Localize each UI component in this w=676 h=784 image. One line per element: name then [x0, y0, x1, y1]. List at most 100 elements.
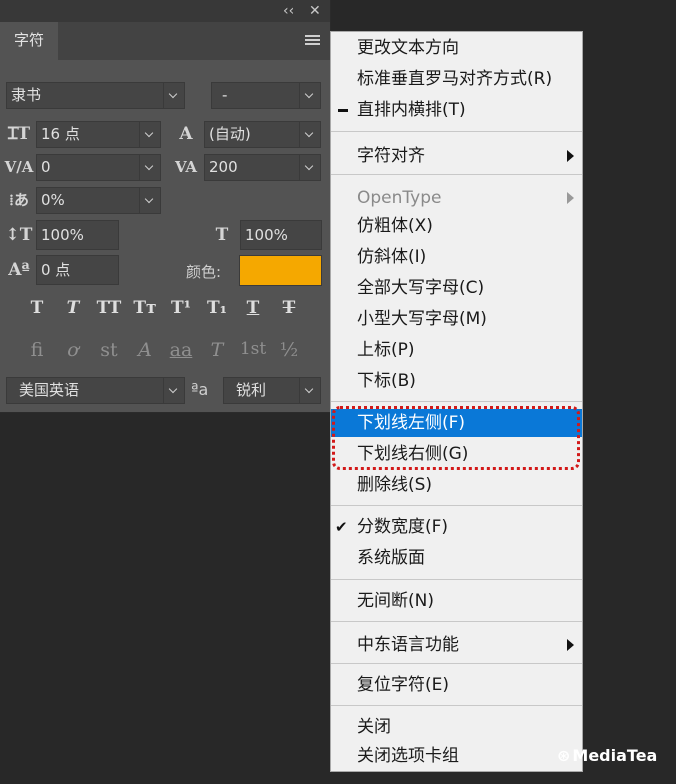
- panel-title-strip: ‹‹ ✕: [0, 0, 330, 23]
- check-icon: ✔: [335, 518, 348, 536]
- menu-separator: [331, 505, 582, 506]
- language-value: 美国英语: [19, 381, 80, 399]
- chevron-down-icon[interactable]: [139, 122, 160, 147]
- chevron-down-icon[interactable]: [299, 122, 320, 147]
- superscript-button[interactable]: T¹: [166, 298, 196, 318]
- vertical-scale-input[interactable]: 100%: [36, 220, 119, 250]
- menu-item-reset-character[interactable]: 复位字符(E): [331, 671, 582, 699]
- font-size-select[interactable]: 16 点: [36, 121, 161, 148]
- menu-item-strikethrough[interactable]: 删除线(S): [331, 471, 582, 499]
- chevron-down-icon[interactable]: [299, 155, 320, 180]
- kerning-icon: V/A: [4, 158, 34, 176]
- wechat-icon: ⊛: [557, 746, 571, 765]
- underline-button[interactable]: T: [238, 298, 268, 318]
- subscript-button[interactable]: T₁: [202, 298, 232, 318]
- tsume-icon: ⁞あ: [9, 191, 29, 209]
- submenu-arrow-icon: [567, 192, 574, 204]
- baseline-shift-input[interactable]: 0 点: [36, 255, 119, 285]
- menu-item-system-layout[interactable]: 系统版面: [331, 544, 582, 572]
- menu-item-faux-bold[interactable]: 仿粗体(X): [331, 212, 582, 240]
- submenu-arrow-icon: [567, 150, 574, 162]
- character-panel: ‹‹ ✕ 字符 隶书 - ꞮT 16 点 A (自动) V/A 0 VA 200…: [0, 0, 331, 413]
- font-size-icon: ꞮT: [7, 124, 31, 144]
- old-style-button[interactable]: st: [94, 339, 124, 361]
- panel-flyout-menu: 更改文本方向 标准垂直罗马对齐方式(R) 直排内横排(T) 字符对齐 OpenT…: [330, 31, 583, 772]
- titling-alternates-button[interactable]: T: [202, 339, 232, 361]
- faux-italic-button[interactable]: T: [58, 298, 88, 318]
- submenu-arrow-icon: [567, 639, 574, 651]
- font-style-value: -: [222, 86, 228, 104]
- discretionary-ligature-button[interactable]: ơ: [58, 339, 88, 361]
- vertical-scale-icon: ↕T: [5, 225, 33, 245]
- color-label: 颜色:: [186, 263, 222, 281]
- horizontal-scale-input[interactable]: 100%: [240, 220, 322, 250]
- chevron-down-icon[interactable]: [299, 378, 320, 403]
- stylistic-alternates-button[interactable]: aa: [166, 339, 196, 361]
- partial-check-icon: [338, 109, 348, 112]
- menu-item-no-break[interactable]: 无间断(N): [331, 587, 582, 615]
- menu-item-close-tab-group[interactable]: 关闭选项卡组: [331, 742, 582, 770]
- chevron-down-icon[interactable]: [139, 155, 160, 180]
- font-size-value: 16 点: [41, 125, 80, 143]
- menu-item-fractional-widths[interactable]: ✔ 分数宽度(F): [331, 513, 582, 541]
- chevron-down-icon[interactable]: [299, 83, 320, 108]
- menu-item-character-alignment[interactable]: 字符对齐: [331, 142, 582, 170]
- close-icon[interactable]: ✕: [309, 2, 321, 20]
- chevron-down-icon[interactable]: [163, 83, 184, 108]
- language-select[interactable]: 美国英语: [6, 377, 185, 404]
- tracking-value: 200: [209, 158, 238, 176]
- faux-bold-button[interactable]: T: [22, 298, 52, 318]
- menu-item-faux-italic[interactable]: 仿斜体(I): [331, 243, 582, 271]
- watermark: ⊛ MediaTea: [557, 746, 657, 765]
- all-caps-button[interactable]: TT: [94, 298, 124, 318]
- antialias-value: 锐利: [236, 381, 267, 399]
- menu-separator: [331, 663, 582, 664]
- panel-tab-bar: 字符: [0, 22, 330, 60]
- fractions-button[interactable]: ½: [274, 339, 304, 361]
- color-swatch[interactable]: [239, 255, 322, 286]
- swash-button[interactable]: A: [130, 339, 160, 361]
- ordinals-button[interactable]: 1st: [238, 339, 268, 359]
- leading-select[interactable]: (自动): [204, 121, 321, 148]
- tracking-select[interactable]: 200: [204, 154, 321, 181]
- panel-menu-icon[interactable]: [305, 35, 320, 47]
- tracking-icon: VA: [174, 158, 198, 176]
- small-caps-button[interactable]: Tт: [130, 298, 160, 318]
- ligature-button[interactable]: ﬁ: [22, 339, 52, 361]
- menu-separator: [331, 621, 582, 622]
- chevron-down-icon[interactable]: [139, 188, 160, 213]
- menu-item-subscript[interactable]: 下标(B): [331, 367, 582, 395]
- watermark-text: MediaTea: [572, 746, 658, 765]
- menu-item-superscript[interactable]: 上标(P): [331, 336, 582, 364]
- menu-separator: [331, 579, 582, 580]
- font-family-value: 隶书: [11, 86, 42, 104]
- collapse-icon[interactable]: ‹‹: [283, 2, 294, 20]
- menu-item-tate-chu-yoko[interactable]: 直排内横排(T): [331, 96, 582, 124]
- leading-value: (自动): [209, 125, 251, 143]
- menu-item-small-caps[interactable]: 小型大写字母(M): [331, 305, 582, 333]
- font-family-select[interactable]: 隶书: [6, 82, 185, 109]
- tab-character[interactable]: 字符: [0, 22, 58, 60]
- menu-item-opentype[interactable]: OpenType: [331, 184, 582, 212]
- antialias-icon: ªa: [191, 380, 209, 399]
- menu-item-middle-eastern-features[interactable]: 中东语言功能: [331, 631, 582, 659]
- strikethrough-button[interactable]: T: [274, 298, 304, 318]
- baseline-shift-icon: Aª: [8, 260, 30, 280]
- menu-separator: [331, 131, 582, 132]
- menu-item-all-caps[interactable]: 全部大写字母(C): [331, 274, 582, 302]
- menu-item-standard-vertical-roman[interactable]: 标准垂直罗马对齐方式(R): [331, 65, 582, 93]
- horizontal-scale-icon: T: [215, 225, 229, 245]
- font-style-select[interactable]: -: [211, 82, 321, 109]
- menu-item-change-text-orientation[interactable]: 更改文本方向: [331, 34, 582, 62]
- chevron-down-icon[interactable]: [163, 378, 184, 403]
- menu-separator: [331, 401, 582, 402]
- menu-separator: [331, 705, 582, 706]
- highlight-annotation-box: [332, 406, 580, 470]
- kerning-select[interactable]: 0: [36, 154, 161, 181]
- leading-icon: A: [179, 124, 193, 144]
- antialias-select[interactable]: 锐利: [223, 377, 321, 404]
- tsume-select[interactable]: 0%: [36, 187, 161, 214]
- menu-item-close[interactable]: 关闭: [331, 713, 582, 741]
- menu-separator: [331, 174, 582, 175]
- tsume-value: 0%: [41, 191, 65, 209]
